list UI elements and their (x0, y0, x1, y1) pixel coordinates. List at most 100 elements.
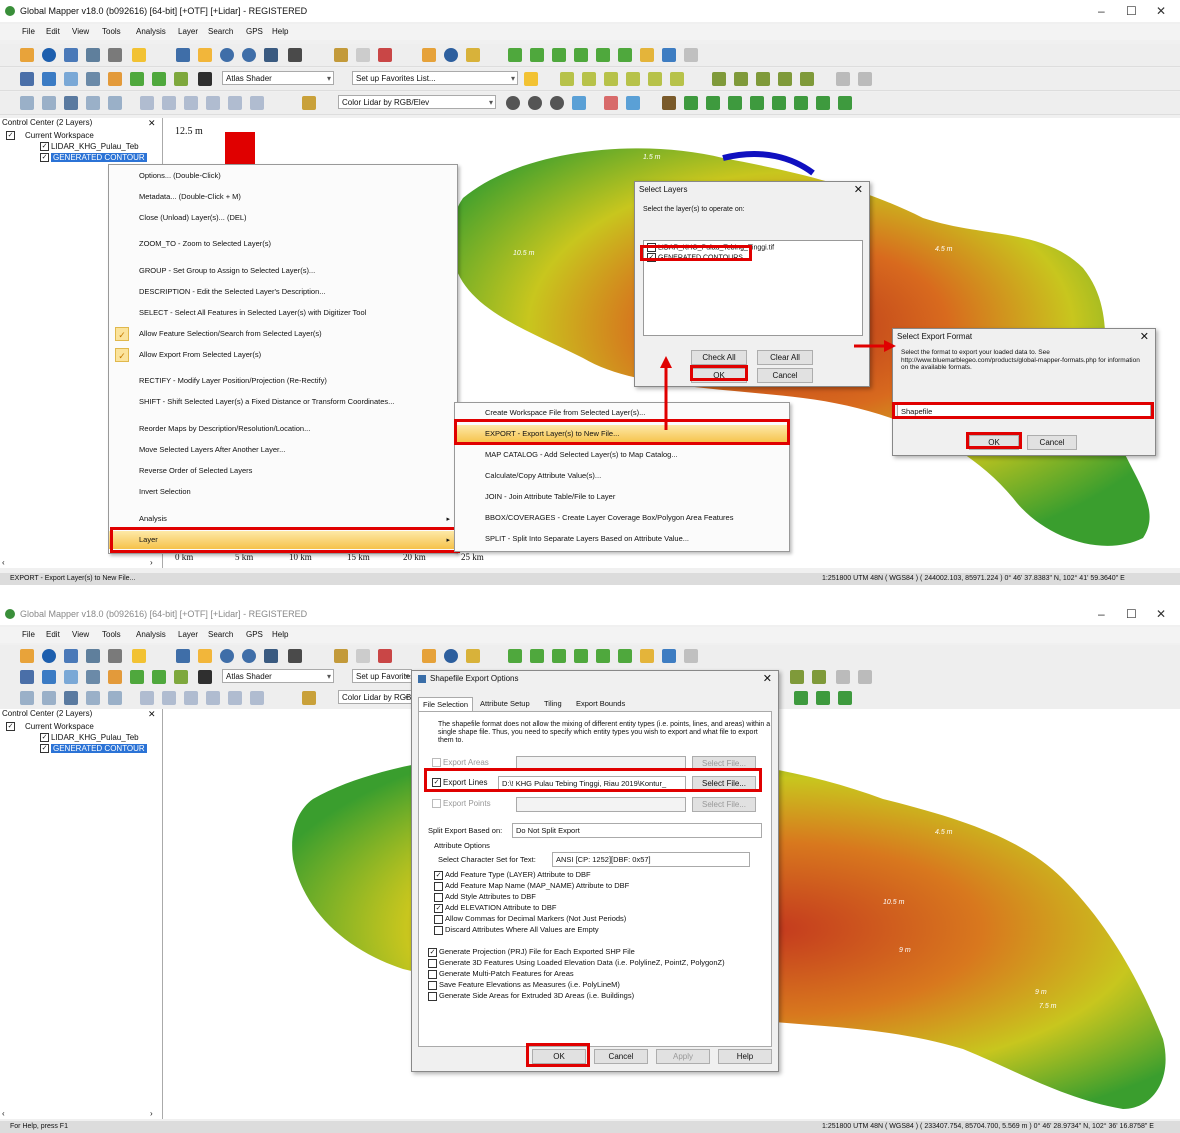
menu-file[interactable]: File (22, 630, 35, 639)
pan-tool-icon[interactable] (198, 649, 212, 663)
back-arrow-icon[interactable] (264, 649, 278, 663)
checkbox-icon[interactable] (432, 799, 441, 809)
gen-option[interactable]: Generate Multi-Patch Features for Areas (428, 969, 574, 979)
open-folder-icon[interactable] (20, 649, 34, 663)
delete-icon[interactable] (378, 649, 392, 663)
checkbox-icon[interactable]: ✓ (40, 744, 49, 754)
pencil-icon[interactable] (334, 649, 348, 663)
line-draw-icon[interactable] (140, 691, 154, 705)
terrain-tool-5-icon[interactable] (794, 691, 808, 705)
terrain-6-icon[interactable] (618, 649, 632, 663)
wrench-icon[interactable] (108, 649, 122, 663)
crosshair-icon[interactable] (250, 691, 264, 705)
zoom-out-icon[interactable] (242, 649, 256, 663)
help-button[interactable]: Help (718, 1049, 772, 1064)
tab-file-selection[interactable]: File Selection (418, 697, 474, 712)
close-button[interactable]: ✕ (1156, 607, 1166, 621)
attr-option[interactable]: Discard Attributes Where All Values are … (434, 925, 599, 935)
shader-down-icon[interactable] (152, 670, 166, 684)
gen-option[interactable]: ✓ Generate Projection (PRJ) File for Each… (428, 947, 635, 957)
rotate-icon[interactable] (42, 691, 56, 705)
minimize-button[interactable]: – (1098, 607, 1105, 621)
globe-icon[interactable] (42, 649, 56, 663)
home-icon[interactable] (288, 649, 302, 663)
vertex-icon[interactable] (86, 691, 100, 705)
checkbox-icon[interactable] (432, 758, 441, 768)
lidar-color-select[interactable]: Color Lidar by RGB/Elev (338, 690, 412, 704)
lines-path-field[interactable]: D:\! KHG Pulau Tebing Tinggi, Riau 2019\… (498, 776, 686, 791)
sun-icon[interactable] (640, 649, 654, 663)
grid-icon[interactable] (20, 670, 34, 684)
area-draw-icon[interactable] (162, 691, 176, 705)
shader-up-icon[interactable] (130, 670, 144, 684)
checkbox-icon[interactable] (434, 925, 443, 935)
checkbox-icon[interactable]: ✓ (432, 778, 441, 788)
terrain-4-icon[interactable] (574, 649, 588, 663)
checkbox-icon[interactable] (428, 980, 437, 990)
attr-option[interactable]: ✓ Add Feature Type (LAYER) Attribute to D… (434, 870, 591, 880)
lidar-icon[interactable] (42, 670, 56, 684)
checkbox-icon[interactable]: ✓ (434, 903, 443, 913)
terrain-1-icon[interactable] (508, 649, 522, 663)
attr-option[interactable]: Allow Commas for Decimal Markers (Not Ju… (434, 914, 626, 924)
percent-icon[interactable] (108, 670, 122, 684)
attr-option[interactable]: Add Style Attributes to DBF (434, 892, 536, 902)
menu-edit[interactable]: Edit (46, 630, 60, 639)
gen-option[interactable]: Generate Side Areas for Extruded 3D Area… (428, 991, 634, 1001)
menu-gps[interactable]: GPS (246, 630, 263, 639)
info-icon[interactable] (444, 649, 458, 663)
points-path-field[interactable] (516, 797, 686, 812)
vertical-exag-icon[interactable] (174, 670, 188, 684)
checkbox-icon[interactable]: ✓ (6, 722, 15, 732)
layer-tool-icon[interactable] (64, 670, 78, 684)
zoom-in-icon[interactable] (220, 649, 234, 663)
checkbox-icon[interactable] (428, 991, 437, 1001)
menu-view[interactable]: View (72, 630, 89, 639)
save-icon[interactable] (64, 649, 78, 663)
lines-select-file-button[interactable]: Select File... (692, 776, 756, 791)
menu-layer[interactable]: Layer (178, 630, 198, 639)
menu-tools[interactable]: Tools (102, 630, 121, 639)
menu-help[interactable]: Help (272, 630, 288, 639)
measure-icon[interactable] (356, 649, 370, 663)
control-center-icon[interactable] (132, 649, 146, 663)
menu-search[interactable]: Search (208, 630, 233, 639)
maximize-button[interactable]: ☐ (1126, 607, 1137, 621)
shader-select[interactable]: Atlas Shader (222, 669, 334, 684)
gen-option[interactable]: Save Feature Elevations as Measures (i.e… (428, 980, 620, 990)
points-select-file-button[interactable]: Select File... (692, 797, 756, 812)
table-icon[interactable] (86, 670, 100, 684)
terrain-5-icon[interactable] (596, 649, 610, 663)
move-icon[interactable] (20, 691, 34, 705)
edit-tool-7-icon[interactable] (858, 670, 872, 684)
charset-select[interactable]: ANSI [CP: 1252][DBF: 0x57] (552, 852, 750, 867)
scroll-right-icon[interactable]: › (150, 1109, 153, 1118)
dialog-close-icon[interactable]: ✕ (763, 672, 772, 685)
path-profile-icon[interactable] (466, 649, 480, 663)
terrain-tool-7-icon[interactable] (838, 691, 852, 705)
attr-option[interactable]: ✓ Add ELEVATION Attribute to DBF (434, 903, 556, 913)
checkbox-icon[interactable] (428, 969, 437, 979)
tab-tiling[interactable]: Tiling (540, 697, 566, 711)
workspace-node[interactable]: ✓ Current Workspace (6, 722, 94, 732)
display-icon[interactable] (86, 649, 100, 663)
tab-export-bounds[interactable]: Export Bounds (572, 697, 629, 711)
areas-path-field[interactable] (516, 756, 686, 771)
terrain-3-icon[interactable] (552, 649, 566, 663)
export-points-option[interactable]: Export Points (432, 799, 491, 809)
checkbox-icon[interactable] (428, 958, 437, 968)
areas-select-file-button[interactable]: Select File... (692, 756, 756, 771)
edit-tool-6-icon[interactable] (836, 670, 850, 684)
ok-button[interactable]: OK (532, 1049, 586, 1064)
buffer-icon[interactable] (206, 691, 220, 705)
apply-button[interactable]: Apply (656, 1049, 710, 1064)
tab-attribute-setup[interactable]: Attribute Setup (476, 697, 534, 711)
export-lines-option[interactable]: ✓ Export Lines (432, 778, 487, 788)
ruler-icon[interactable] (302, 691, 316, 705)
close-layers-icon[interactable] (684, 649, 698, 663)
checkbox-icon[interactable]: ✓ (428, 947, 437, 957)
export-areas-option[interactable]: Export Areas (432, 758, 489, 768)
checkbox-icon[interactable] (434, 914, 443, 924)
control-center-close-icon[interactable]: ✕ (148, 709, 156, 720)
checkbox-icon[interactable] (434, 881, 443, 891)
